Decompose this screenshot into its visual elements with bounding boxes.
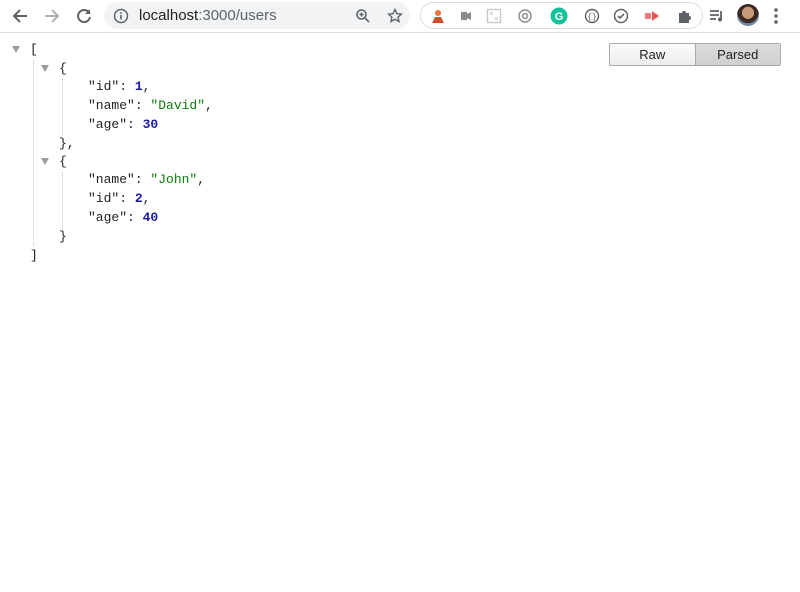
view-mode-toggle: Raw Parsed <box>609 43 781 66</box>
indent-guide <box>62 79 63 135</box>
json-value: 2 <box>134 191 143 206</box>
json-separator: , <box>205 98 213 113</box>
json-field: "name": "David", <box>88 98 213 113</box>
json-value: 30 <box>142 117 159 132</box>
extension-icon-2[interactable] <box>457 7 475 25</box>
indent-guide <box>33 60 34 246</box>
indent-guide <box>62 172 63 228</box>
json-field: "age": 30 <box>88 117 159 132</box>
url-text[interactable]: localhost:3000/users <box>139 7 277 24</box>
media-control-icon[interactable] <box>705 4 729 28</box>
collapse-triangle-icon[interactable] <box>41 65 49 72</box>
array-close-bracket: ] <box>30 248 38 263</box>
browser-toolbar: localhost:3000/users G {} <box>0 0 800 33</box>
parsed-button[interactable]: Parsed <box>695 44 780 65</box>
json-viewer-icon[interactable]: {} <box>583 7 601 25</box>
json-key: "name" <box>88 172 135 187</box>
back-arrow-icon[interactable] <box>8 4 32 28</box>
extension-icon-1[interactable] <box>429 7 447 25</box>
json-field: "age": 40 <box>88 210 159 225</box>
object-open-brace: { <box>59 61 67 76</box>
json-field: "name": "John", <box>88 172 206 187</box>
json-key: "id" <box>88 191 120 206</box>
profile-avatar[interactable] <box>737 4 759 26</box>
check-circle-icon[interactable] <box>612 7 630 25</box>
json-value: 1 <box>134 79 143 94</box>
object-open-brace: { <box>59 154 67 169</box>
json-value: "David" <box>150 98 206 113</box>
json-field: "id": 2, <box>88 191 151 206</box>
extension-icon-4[interactable] <box>516 7 534 25</box>
json-separator: , <box>142 79 151 94</box>
json-key: "age" <box>88 210 128 225</box>
json-key: "id" <box>88 79 120 94</box>
json-field: "id": 1, <box>88 79 151 94</box>
grammarly-icon[interactable]: G <box>550 7 568 25</box>
address-bar[interactable]: localhost:3000/users <box>104 2 410 29</box>
array-open-bracket: [ <box>30 42 38 57</box>
json-key: "name" <box>88 98 135 113</box>
json-separator: , <box>197 172 206 187</box>
puzzle-icon[interactable] <box>675 7 693 25</box>
collapse-triangle-icon[interactable] <box>12 46 20 53</box>
raw-button[interactable]: Raw <box>610 44 696 65</box>
star-icon[interactable] <box>385 6 405 26</box>
info-icon[interactable] <box>112 7 130 25</box>
svg-text:G: G <box>555 11 564 23</box>
json-value: 40 <box>142 210 159 225</box>
extension-icon-3[interactable] <box>485 7 503 25</box>
url-path: :3000/users <box>198 7 277 24</box>
collapse-triangle-icon[interactable] <box>41 158 49 165</box>
object-close-brace: } <box>59 229 67 244</box>
url-host: localhost <box>139 7 199 24</box>
json-separator: , <box>142 191 151 206</box>
json-value: "John" <box>150 172 198 187</box>
kebab-menu-icon[interactable] <box>764 4 788 28</box>
json-key: "age" <box>88 117 128 132</box>
extensions-group: G {} <box>420 2 703 29</box>
extension-icon-arrow[interactable] <box>643 7 661 25</box>
object-close-brace: }, <box>59 136 75 151</box>
svg-text:{}: {} <box>587 13 597 22</box>
zoom-in-icon[interactable] <box>353 6 373 26</box>
reload-icon[interactable] <box>72 4 96 28</box>
forward-arrow-icon[interactable] <box>40 4 64 28</box>
